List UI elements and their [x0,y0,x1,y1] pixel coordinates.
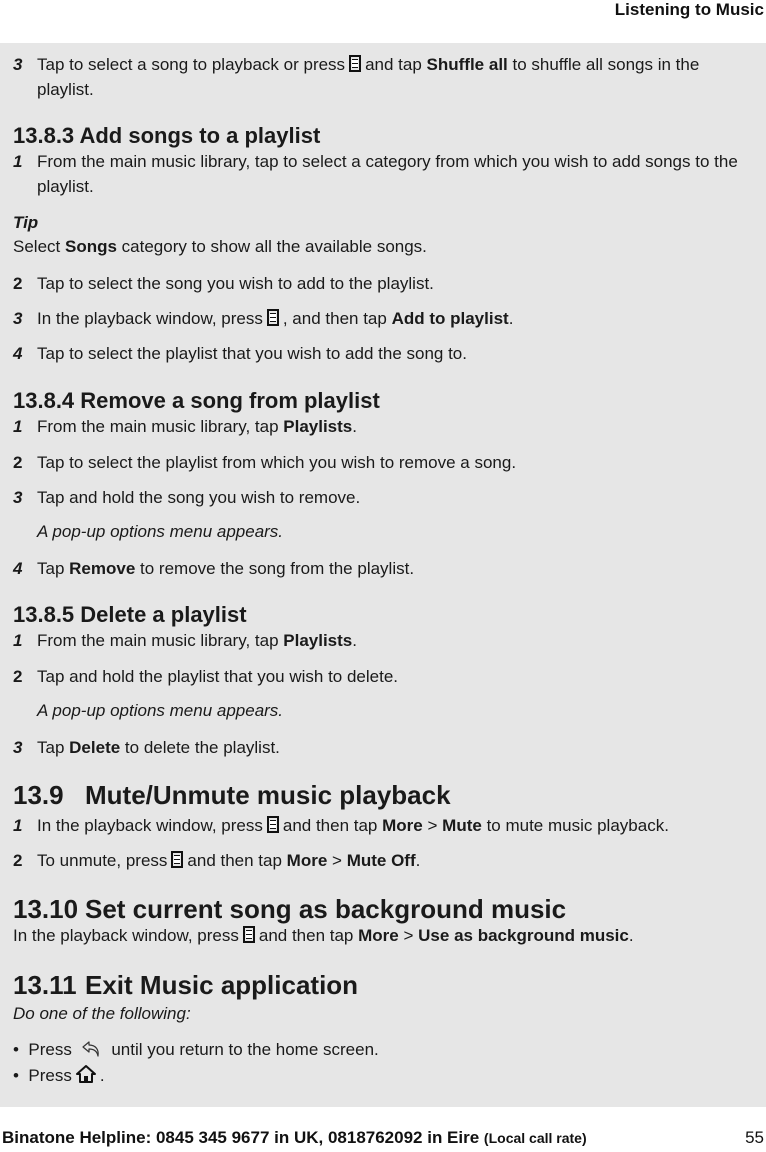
step: 4 Tap to select the playlist that you wi… [13,344,467,363]
running-header-title: Listening to Music [614,0,764,19]
footer-helpline: Binatone Helpline: 0845 345 9677 in UK, … [2,1128,587,1147]
bullet-item: • Press . [13,1064,105,1089]
bullet-item: • Press until you return to the home scr… [13,1040,379,1063]
menu-key-icon [242,926,255,943]
step: 3 Tap and hold the song you wish to remo… [13,488,361,507]
step: 2 Tap to select the playlist from which … [13,453,517,472]
tip-label: Tip [13,213,39,232]
step-shuffle: 3 Tap to select a song to playback or pr… [13,52,757,102]
tip-text: Select Songs category to show all the av… [13,237,427,256]
section-heading-13-9: 13.9 Mute/Unmute music playback [13,780,451,810]
step-number: 3 [13,55,23,74]
step: 1 From the main music library, tap Playl… [13,417,357,436]
section-heading-13-8-4: 13.8.4 Remove a song from playlist [13,388,380,413]
section-heading-13-8-5: 13.8.5 Delete a playlist [13,602,247,627]
section-heading-13-10: 13.10 Set current song as background musi… [13,894,567,924]
step: 3 Tap Delete to delete the playlist. [13,738,280,757]
paragraph: In the playback window, press and then ta… [13,926,634,945]
section-heading-13-11: 13.11 Exit Music application [13,970,359,1000]
menu-key-icon [266,816,279,833]
note: A pop-up options menu appears. [37,522,284,541]
step: 2 To unmute, press and then tap More > Mu… [13,851,421,870]
step: 2 Tap to select the song you wish to add… [13,274,434,293]
step: 3 In the playback window, press, and the… [13,309,514,328]
page-number: 55 [745,1128,764,1147]
note: A pop-up options menu appears. [37,701,284,720]
step: 4 Tap Remove to remove the song from the… [13,559,415,578]
menu-key-icon [171,851,184,868]
step: 2 Tap and hold the playlist that you wis… [13,667,399,686]
menu-key-icon [266,309,279,326]
section-heading-13-8-3: 13.8.3 Add songs to a playlist [13,123,321,148]
intro-text: Do one of the following: [13,1004,191,1023]
home-icon [75,1064,96,1089]
back-arrow-icon [81,1040,103,1063]
step: 1 In the playback window, press and then … [13,816,669,835]
step: 1 From the main music library, tap Playl… [13,631,357,650]
menu-key-icon [349,55,362,72]
step: 1 From the main music library, tap to se… [13,152,738,196]
